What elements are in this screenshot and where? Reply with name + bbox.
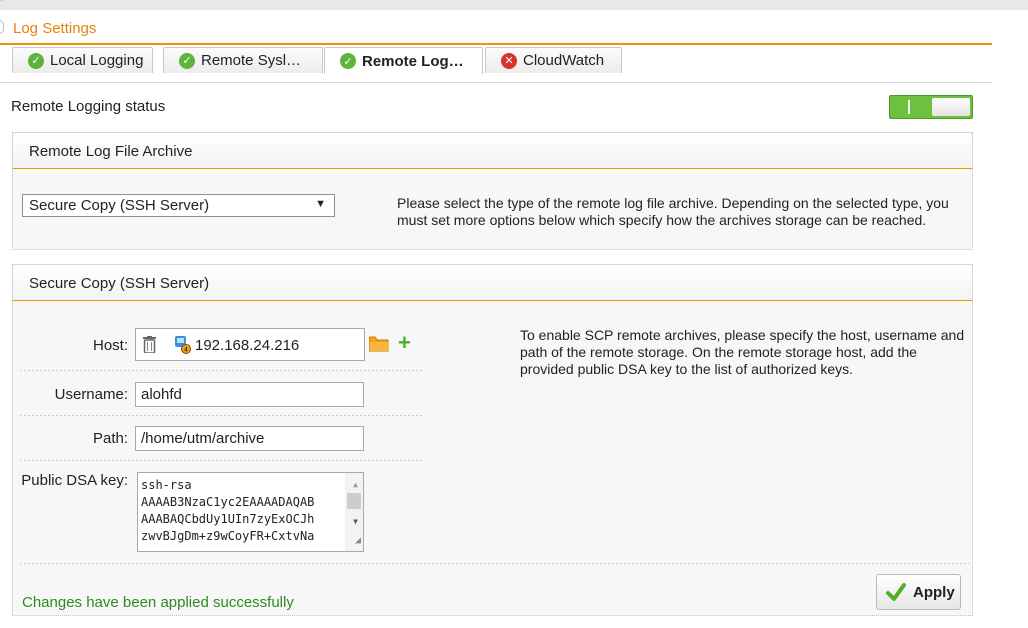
right-gutter xyxy=(992,10,1028,628)
trash-icon[interactable] xyxy=(143,336,156,353)
scroll-up-icon[interactable]: ▲ xyxy=(353,476,358,493)
tabs-divider xyxy=(0,82,992,83)
field-divider xyxy=(20,415,422,416)
key-line: AAABAQCbdUy1UIn7zyExOCJh xyxy=(141,512,315,526)
host-label: Host: xyxy=(92,337,128,354)
tab-label: Local Logging xyxy=(50,52,144,69)
path-input[interactable]: /home/utm/archive xyxy=(135,426,364,451)
username-input[interactable]: alohfd xyxy=(135,382,364,407)
check-circle-icon: ✓ xyxy=(340,53,356,69)
host-value: 192.168.24.216 xyxy=(195,337,300,354)
tab-cloudwatch[interactable]: ✕ CloudWatch xyxy=(485,47,622,73)
tab-label: Remote Log… xyxy=(362,52,464,70)
dropdown-arrow-icon: ▼ xyxy=(315,198,326,210)
remote-logging-toggle[interactable] xyxy=(889,95,973,119)
archive-box-header: Remote Log File Archive xyxy=(12,132,973,169)
public-key-textarea[interactable]: ssh-rsa AAAAB3NzaC1yc2EAAAADAQAB AAABAQC… xyxy=(137,472,364,552)
tab-label: CloudWatch xyxy=(523,52,605,69)
key-line: ssh-rsa xyxy=(141,478,192,492)
resize-grip-icon[interactable]: ◢ xyxy=(355,532,361,549)
textarea-scrollbar[interactable]: ▲ ▼ ◢ xyxy=(345,473,363,551)
checkmark-icon xyxy=(886,583,906,601)
key-line: zwvBJgDm+z9wCoyFR+CxtvNa xyxy=(141,529,315,543)
folder-icon[interactable] xyxy=(369,336,389,352)
field-divider xyxy=(20,370,422,371)
tab-remote-log-archive[interactable]: ✓ Remote Log… xyxy=(324,47,483,74)
field-divider xyxy=(20,460,422,461)
scroll-down-icon[interactable]: ▼ xyxy=(353,513,358,530)
archive-type-value: Secure Copy (SSH Server) xyxy=(29,197,210,214)
apply-label: Apply xyxy=(913,583,955,601)
check-circle-icon: ✓ xyxy=(28,52,44,69)
check-circle-icon: ✓ xyxy=(179,52,195,69)
footer-divider xyxy=(20,563,971,564)
tab-label: Remote Sysl… xyxy=(201,52,302,69)
panel-header: Log Settings xyxy=(0,10,992,45)
tab-remote-syslog[interactable]: ✓ Remote Sysl… xyxy=(163,47,323,73)
remote-logging-status-label: Remote Logging status xyxy=(11,98,166,115)
add-host-icon[interactable]: + xyxy=(398,332,411,354)
path-label: Path: xyxy=(92,430,128,447)
scroll-thumb[interactable] xyxy=(347,493,361,509)
host-network-icon: 4 xyxy=(175,336,191,354)
apply-button[interactable]: Apply xyxy=(876,574,961,610)
scp-help-text: To enable SCP remote archives, please sp… xyxy=(520,327,965,377)
host-field[interactable]: 4 192.168.24.216 xyxy=(135,328,365,361)
key-line: AAAAB3NzaC1yc2EAAAADAQAB xyxy=(141,495,315,509)
toggle-on-indicator xyxy=(908,100,910,114)
panel-title: Log Settings xyxy=(13,20,97,37)
tab-local-logging[interactable]: ✓ Local Logging xyxy=(12,47,153,73)
archive-help-text: Please select the type of the remote log… xyxy=(397,195,949,228)
remote-log-file-archive-box: Remote Log File Archive xyxy=(12,132,973,250)
error-circle-icon: ✕ xyxy=(501,52,517,69)
archive-type-select[interactable]: Secure Copy (SSH Server) ▼ xyxy=(22,194,335,217)
svg-text:4: 4 xyxy=(184,347,188,354)
panel-collapse-handle[interactable] xyxy=(0,20,4,34)
username-label: Username: xyxy=(54,386,128,403)
scp-box-header: Secure Copy (SSH Server) xyxy=(12,264,973,301)
toggle-knob[interactable] xyxy=(932,98,970,116)
public-key-label: Public DSA key: xyxy=(21,472,128,489)
success-message: Changes have been applied successfully xyxy=(22,594,294,611)
